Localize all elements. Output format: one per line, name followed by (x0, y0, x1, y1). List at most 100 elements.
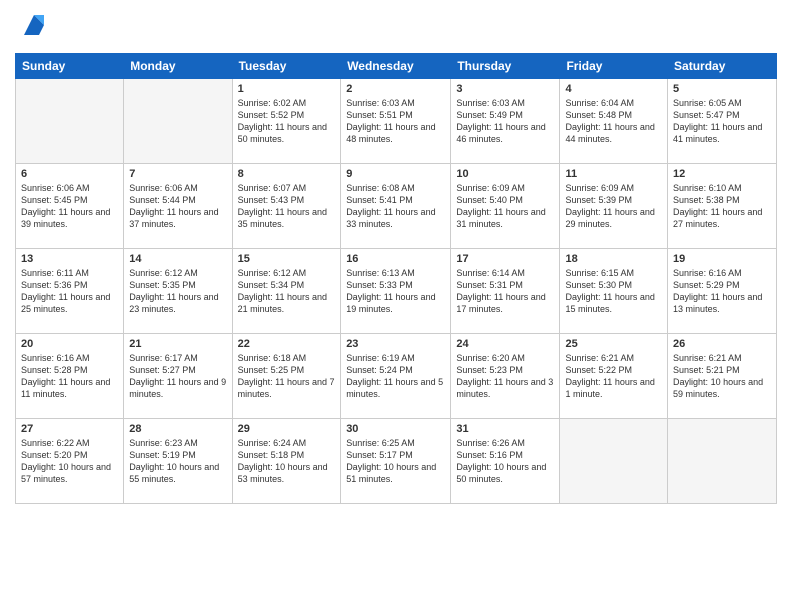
weekday-header-sunday: Sunday (16, 54, 124, 79)
day-number: 27 (21, 423, 118, 435)
day-info: Sunrise: 6:20 AM Sunset: 5:23 PM Dayligh… (456, 352, 554, 401)
day-number: 14 (129, 253, 226, 265)
week-row-4: 20Sunrise: 6:16 AM Sunset: 5:28 PM Dayli… (16, 334, 777, 419)
day-number: 17 (456, 253, 554, 265)
day-info: Sunrise: 6:19 AM Sunset: 5:24 PM Dayligh… (346, 352, 445, 401)
calendar-cell (560, 419, 668, 504)
calendar-cell: 11 Sunrise: 6:09 AM Sunset: 5:39 PM Dayli… (560, 164, 668, 249)
day-number: 12 (673, 168, 771, 180)
calendar-cell: 9 Sunrise: 6:08 AM Sunset: 5:41 PM Daylig… (341, 164, 451, 249)
day-info: Sunrise: 6:03 AM Sunset: 5:49 PM Dayligh… (456, 97, 554, 146)
day-number: 5 (673, 83, 771, 95)
day-info: Sunrise: 6:22 AM Sunset: 5:20 PM Dayligh… (21, 437, 118, 486)
calendar-cell: 19 Sunrise: 6:16 AM Sunset: 5:29 PM Dayli… (668, 249, 777, 334)
day-info: Sunrise: 6:09 AM Sunset: 5:39 PM Dayligh… (565, 182, 662, 231)
day-info: Sunrise: 6:17 AM Sunset: 5:27 PM Dayligh… (129, 352, 226, 401)
day-number: 26 (673, 338, 771, 350)
calendar-cell: 21 Sunrise: 6:17 AM Sunset: 5:27 PM Dayli… (124, 334, 232, 419)
day-number: 29 (238, 423, 336, 435)
calendar-cell: 30Sunrise: 6:25 AM Sunset: 5:17 PM Dayli… (341, 419, 451, 504)
day-info: Sunrise: 6:26 AM Sunset: 5:16 PM Dayligh… (456, 437, 554, 486)
day-number: 19 (673, 253, 771, 265)
week-row-1: 1 Sunrise: 6:02 AM Sunset: 5:52 PM Daylig… (16, 79, 777, 164)
page: SundayMondayTuesdayWednesdayThursdayFrid… (0, 0, 792, 612)
day-number: 7 (129, 168, 226, 180)
day-info: Sunrise: 6:10 AM Sunset: 5:38 PM Dayligh… (673, 182, 771, 231)
week-row-3: 13 Sunrise: 6:11 AM Sunset: 5:36 PM Dayli… (16, 249, 777, 334)
calendar-cell: 26 Sunrise: 6:21 AM Sunset: 5:21 PM Dayli… (668, 334, 777, 419)
calendar-cell: 15 Sunrise: 6:12 AM Sunset: 5:34 PM Dayli… (232, 249, 341, 334)
calendar-cell: 29 Sunrise: 6:24 AM Sunset: 5:18 PM Dayli… (232, 419, 341, 504)
calendar-cell: 8Sunrise: 6:07 AM Sunset: 5:43 PM Daylig… (232, 164, 341, 249)
day-number: 28 (129, 423, 226, 435)
day-number: 2 (346, 83, 445, 95)
week-row-5: 27 Sunrise: 6:22 AM Sunset: 5:20 PM Dayli… (16, 419, 777, 504)
day-number: 31 (456, 423, 554, 435)
day-number: 15 (238, 253, 336, 265)
weekday-header-tuesday: Tuesday (232, 54, 341, 79)
day-info: Sunrise: 6:08 AM Sunset: 5:41 PM Dayligh… (346, 182, 445, 231)
calendar-cell: 14 Sunrise: 6:12 AM Sunset: 5:35 PM Dayli… (124, 249, 232, 334)
day-number: 30 (346, 423, 445, 435)
weekday-header-row: SundayMondayTuesdayWednesdayThursdayFrid… (16, 54, 777, 79)
day-info: Sunrise: 6:21 AM Sunset: 5:22 PM Dayligh… (565, 352, 662, 401)
day-info: Sunrise: 6:03 AM Sunset: 5:51 PM Dayligh… (346, 97, 445, 146)
day-info: Sunrise: 6:06 AM Sunset: 5:45 PM Dayligh… (21, 182, 118, 231)
day-info: Sunrise: 6:18 AM Sunset: 5:25 PM Dayligh… (238, 352, 336, 401)
calendar-cell: 18Sunrise: 6:15 AM Sunset: 5:30 PM Dayli… (560, 249, 668, 334)
day-number: 22 (238, 338, 336, 350)
weekday-header-wednesday: Wednesday (341, 54, 451, 79)
day-info: Sunrise: 6:06 AM Sunset: 5:44 PM Dayligh… (129, 182, 226, 231)
calendar-cell: 5 Sunrise: 6:05 AM Sunset: 5:47 PM Daylig… (668, 79, 777, 164)
logo-icon (19, 10, 49, 45)
calendar-cell: 12 Sunrise: 6:10 AM Sunset: 5:38 PM Dayli… (668, 164, 777, 249)
day-info: Sunrise: 6:13 AM Sunset: 5:33 PM Dayligh… (346, 267, 445, 316)
day-number: 11 (565, 168, 662, 180)
calendar-cell: 27 Sunrise: 6:22 AM Sunset: 5:20 PM Dayli… (16, 419, 124, 504)
day-info: Sunrise: 6:07 AM Sunset: 5:43 PM Dayligh… (238, 182, 336, 231)
weekday-header-saturday: Saturday (668, 54, 777, 79)
weekday-header-friday: Friday (560, 54, 668, 79)
calendar-cell: 10Sunrise: 6:09 AM Sunset: 5:40 PM Dayli… (451, 164, 560, 249)
calendar-cell: 1 Sunrise: 6:02 AM Sunset: 5:52 PM Daylig… (232, 79, 341, 164)
calendar-cell (124, 79, 232, 164)
calendar-cell: 16 Sunrise: 6:13 AM Sunset: 5:33 PM Dayli… (341, 249, 451, 334)
day-info: Sunrise: 6:09 AM Sunset: 5:40 PM Dayligh… (456, 182, 554, 231)
week-row-2: 6 Sunrise: 6:06 AM Sunset: 5:45 PM Daylig… (16, 164, 777, 249)
calendar-cell: 3 Sunrise: 6:03 AM Sunset: 5:49 PM Daylig… (451, 79, 560, 164)
day-info: Sunrise: 6:02 AM Sunset: 5:52 PM Dayligh… (238, 97, 336, 146)
day-number: 13 (21, 253, 118, 265)
day-info: Sunrise: 6:21 AM Sunset: 5:21 PM Dayligh… (673, 352, 771, 401)
day-number: 6 (21, 168, 118, 180)
day-info: Sunrise: 6:12 AM Sunset: 5:34 PM Dayligh… (238, 267, 336, 316)
day-info: Sunrise: 6:24 AM Sunset: 5:18 PM Dayligh… (238, 437, 336, 486)
day-info: Sunrise: 6:05 AM Sunset: 5:47 PM Dayligh… (673, 97, 771, 146)
calendar-cell (16, 79, 124, 164)
day-info: Sunrise: 6:14 AM Sunset: 5:31 PM Dayligh… (456, 267, 554, 316)
day-number: 1 (238, 83, 336, 95)
day-number: 16 (346, 253, 445, 265)
calendar-cell: 7 Sunrise: 6:06 AM Sunset: 5:44 PM Daylig… (124, 164, 232, 249)
day-info: Sunrise: 6:12 AM Sunset: 5:35 PM Dayligh… (129, 267, 226, 316)
calendar-cell: 28 Sunrise: 6:23 AM Sunset: 5:19 PM Dayli… (124, 419, 232, 504)
day-info: Sunrise: 6:23 AM Sunset: 5:19 PM Dayligh… (129, 437, 226, 486)
day-number: 3 (456, 83, 554, 95)
calendar-cell: 23 Sunrise: 6:19 AM Sunset: 5:24 PM Dayli… (341, 334, 451, 419)
day-number: 9 (346, 168, 445, 180)
logo (15, 10, 49, 45)
weekday-header-thursday: Thursday (451, 54, 560, 79)
calendar-cell (668, 419, 777, 504)
day-number: 20 (21, 338, 118, 350)
day-number: 24 (456, 338, 554, 350)
day-info: Sunrise: 6:04 AM Sunset: 5:48 PM Dayligh… (565, 97, 662, 146)
calendar-cell: 4Sunrise: 6:04 AM Sunset: 5:48 PM Daylig… (560, 79, 668, 164)
day-info: Sunrise: 6:15 AM Sunset: 5:30 PM Dayligh… (565, 267, 662, 316)
calendar-cell: 2 Sunrise: 6:03 AM Sunset: 5:51 PM Daylig… (341, 79, 451, 164)
header (15, 10, 777, 45)
calendar-cell: 17 Sunrise: 6:14 AM Sunset: 5:31 PM Dayli… (451, 249, 560, 334)
day-number: 21 (129, 338, 226, 350)
day-number: 23 (346, 338, 445, 350)
day-info: Sunrise: 6:16 AM Sunset: 5:29 PM Dayligh… (673, 267, 771, 316)
day-info: Sunrise: 6:11 AM Sunset: 5:36 PM Dayligh… (21, 267, 118, 316)
day-number: 25 (565, 338, 662, 350)
